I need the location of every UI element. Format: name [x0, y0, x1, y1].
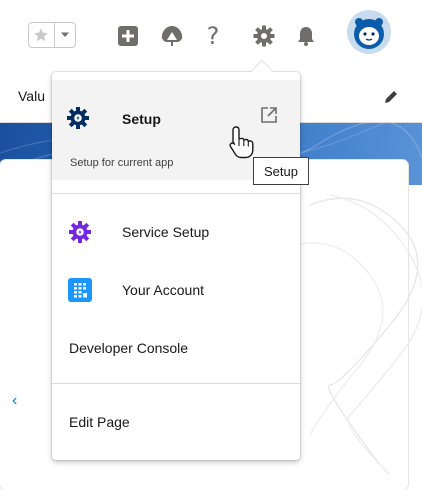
menu-item-label: Developer Console	[69, 340, 189, 356]
building-icon	[68, 278, 92, 302]
menu-divider	[52, 383, 300, 384]
question-icon[interactable]: ?	[199, 22, 227, 50]
menu-item-developer-console[interactable]: Developer Console	[52, 328, 300, 368]
setup-title: Setup	[122, 111, 161, 127]
external-link-icon[interactable]	[260, 106, 278, 124]
trailhead-icon[interactable]	[158, 22, 186, 50]
menu-item-label: Edit Page	[69, 414, 130, 430]
help-label: ?	[206, 22, 220, 50]
setup-menu: Setup Setup for current app Service Setu…	[52, 72, 300, 460]
chevron-down-icon[interactable]	[55, 23, 75, 47]
menu-item-label: Service Setup	[122, 224, 210, 240]
hand-cursor-icon	[229, 126, 254, 159]
setup-subtitle: Setup for current app	[70, 157, 174, 169]
carousel-prev-button[interactable]: ‹	[12, 392, 17, 410]
astro-avatar[interactable]	[347, 10, 391, 54]
plus-icon[interactable]	[114, 22, 142, 50]
bell-icon[interactable]	[292, 22, 320, 50]
setup-tooltip: Setup	[253, 157, 309, 185]
gear-icon	[67, 107, 89, 129]
pencil-icon[interactable]	[382, 88, 400, 106]
gear-icon	[69, 221, 91, 243]
topo-background	[294, 194, 422, 475]
menu-item-your-account[interactable]: Your Account	[52, 270, 300, 310]
menu-item-edit-page[interactable]: Edit Page	[52, 402, 300, 442]
gear-icon[interactable]	[250, 22, 278, 50]
menu-divider	[52, 193, 300, 194]
favorites-group	[28, 22, 76, 48]
star-icon[interactable]	[29, 23, 55, 47]
menu-item-label: Your Account	[122, 282, 204, 298]
page-tab-label[interactable]: Valu	[18, 88, 45, 104]
menu-item-service-setup[interactable]: Service Setup	[52, 212, 300, 252]
global-header: ?	[0, 0, 422, 72]
